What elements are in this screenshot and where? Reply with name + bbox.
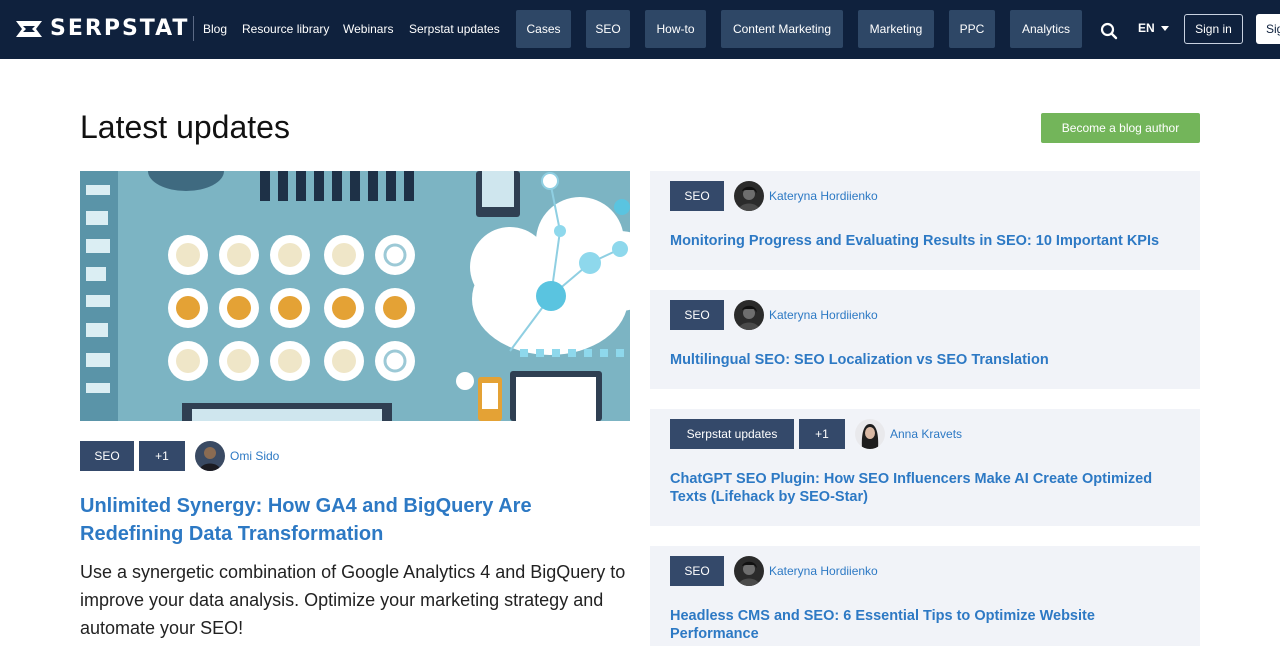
article-tag-seo[interactable]: SEO: [670, 181, 724, 211]
article-card[interactable]: SEO Kateryna Hordiienko Monitoring Progr…: [650, 171, 1200, 270]
language-label: EN: [1138, 21, 1155, 35]
category-analytics-button[interactable]: Analytics: [1010, 10, 1082, 48]
category-seo-button[interactable]: SEO: [586, 10, 630, 48]
featured-author-name[interactable]: Omi Sido: [230, 449, 279, 463]
logo-divider: [193, 16, 194, 41]
avatar[interactable]: [734, 181, 764, 211]
article-card[interactable]: SEO Kateryna Hordiienko Multilingual SEO…: [650, 290, 1200, 389]
article-title[interactable]: Monitoring Progress and Evaluating Resul…: [670, 232, 1185, 250]
featured-article-image[interactable]: [80, 171, 630, 421]
category-how-to-button[interactable]: How-to: [645, 10, 706, 48]
article-author-name[interactable]: Anna Kravets: [890, 427, 962, 441]
sign-in-button[interactable]: Sign in: [1184, 14, 1243, 44]
avatar[interactable]: [734, 556, 764, 586]
article-tag-seo[interactable]: SEO: [670, 300, 724, 330]
article-card[interactable]: Serpstat updates +1 Anna Kravets ChatGPT…: [650, 409, 1200, 526]
article-author-name[interactable]: Kateryna Hordiienko: [769, 564, 878, 578]
logo-text: SERPSTAT: [50, 16, 190, 41]
avatar[interactable]: [855, 419, 885, 449]
article-author-name[interactable]: Kateryna Hordiienko: [769, 308, 878, 322]
category-cases-button[interactable]: Cases: [516, 10, 571, 48]
article-tag-serpstat-updates[interactable]: Serpstat updates: [670, 419, 794, 449]
featured-tag-seo[interactable]: SEO: [80, 441, 134, 471]
article-tag-seo[interactable]: SEO: [670, 556, 724, 586]
article-title[interactable]: Multilingual SEO: SEO Localization vs SE…: [670, 351, 1185, 369]
language-selector[interactable]: EN: [1138, 21, 1169, 35]
article-title[interactable]: Headless CMS and SEO: 6 Essential Tips t…: [670, 607, 1185, 643]
become-blog-author-button[interactable]: Become a blog author: [1041, 113, 1200, 143]
serpstat-logo-icon: [16, 21, 42, 37]
nav-link-serpstat-updates[interactable]: Serpstat updates: [409, 21, 500, 37]
category-marketing-button[interactable]: Marketing: [858, 10, 934, 48]
featured-article-description: Use a synergetic combination of Google A…: [80, 562, 626, 638]
featured-article-title[interactable]: Unlimited Synergy: How GA4 and BigQuery …: [80, 492, 630, 548]
top-navigation-bar: SERPSTAT Blog Resource library Webinars …: [0, 0, 1280, 59]
page-title: Latest updates: [80, 109, 290, 145]
article-author-name[interactable]: Kateryna Hordiienko: [769, 189, 878, 203]
avatar[interactable]: [195, 441, 225, 471]
featured-tag-more[interactable]: +1: [139, 441, 185, 471]
category-content-marketing-button[interactable]: Content Marketing: [721, 10, 843, 48]
category-ppc-button[interactable]: PPC: [949, 10, 995, 48]
nav-link-webinars[interactable]: Webinars: [343, 21, 393, 37]
chevron-down-icon: [1160, 25, 1169, 31]
article-title[interactable]: ChatGPT SEO Plugin: How SEO Influencers …: [670, 470, 1185, 506]
avatar[interactable]: [734, 300, 764, 330]
search-icon[interactable]: [1100, 22, 1118, 40]
featured-illustration: [80, 171, 630, 421]
nav-link-blog[interactable]: Blog: [203, 21, 227, 37]
sign-up-button[interactable]: Sig: [1256, 14, 1280, 44]
nav-link-resource-library[interactable]: Resource library: [242, 21, 329, 37]
serpstat-logo[interactable]: SERPSTAT: [14, 17, 189, 41]
article-tag-more[interactable]: +1: [799, 419, 845, 449]
article-card[interactable]: SEO Kateryna Hordiienko Headless CMS and…: [650, 546, 1200, 646]
